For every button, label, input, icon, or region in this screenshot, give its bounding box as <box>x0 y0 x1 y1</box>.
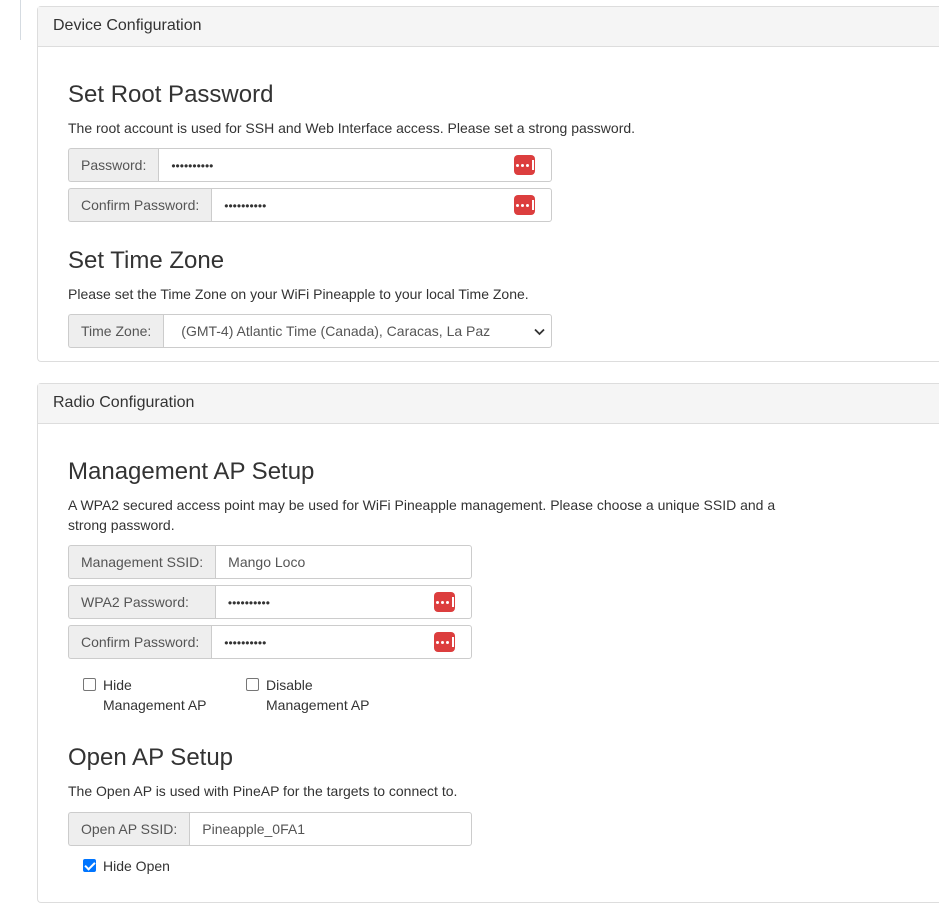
wpa2-confirm-password-group: Confirm Password: •••••••••• <box>68 625 472 659</box>
management-ap-desc-line-1: A WPA2 secured access point may be used … <box>68 497 776 513</box>
time-zone-label: Time Zone: <box>68 314 164 348</box>
wpa2-password-label: WPA2 Password: <box>68 585 215 619</box>
radio-config-panel: Radio Configuration Management AP Setup … <box>37 383 939 903</box>
password-label: Password: <box>68 148 159 182</box>
management-ssid-input[interactable]: Mango Loco <box>215 545 472 579</box>
disable-management-ap-box[interactable] <box>246 678 259 691</box>
disable-management-ap-label-line-2: Management AP <box>266 697 370 713</box>
hide-open-ap-box[interactable] <box>83 859 96 872</box>
management-ap-title: Management AP Setup <box>68 458 315 485</box>
open-ap-ssid-label: Open AP SSID: <box>68 812 190 846</box>
password-manager-icon[interactable] <box>434 592 455 612</box>
password-manager-icon[interactable] <box>434 632 455 652</box>
time-zone-desc: Please set the Time Zone on your WiFi Pi… <box>68 286 529 302</box>
management-ssid-group: Management SSID: Mango Loco <box>68 545 472 579</box>
hide-management-ap-label: Hide Management AP <box>103 675 207 715</box>
open-ap-title: Open AP Setup <box>68 744 234 771</box>
wpa2-confirm-password-label: Confirm Password: <box>68 625 212 659</box>
hide-management-ap-label-line-1: Hide <box>103 677 132 693</box>
hide-management-ap-checkbox[interactable]: Hide Management AP <box>83 675 207 715</box>
hide-open-ap-checkbox[interactable]: Hide Open <box>83 856 170 876</box>
password-group: Password: •••••••••• <box>68 148 552 182</box>
password-input[interactable]: •••••••••• <box>158 148 552 182</box>
open-ap-ssid-input[interactable]: Pineapple_0FA1 <box>189 812 472 846</box>
wpa2-confirm-password-value: •••••••••• <box>224 636 267 650</box>
management-ssid-label: Management SSID: <box>68 545 216 579</box>
disable-management-ap-label: Disable Management AP <box>266 675 370 715</box>
chevron-down-icon <box>534 315 545 347</box>
wpa2-password-value: •••••••••• <box>227 596 270 610</box>
management-ap-desc-line-2: strong password. <box>68 517 175 533</box>
radio-config-heading: Radio Configuration <box>38 384 939 424</box>
wpa2-confirm-password-input[interactable]: •••••••••• <box>211 625 472 659</box>
time-zone-group: Time Zone: (GMT-4) Atlantic Time (Canada… <box>68 314 552 348</box>
root-password-title: Set Root Password <box>68 81 274 108</box>
wpa2-password-input[interactable]: •••••••••• <box>214 585 472 619</box>
disable-management-ap-label-line-1: Disable <box>266 677 313 693</box>
open-ap-ssid-value: Pineapple_0FA1 <box>202 821 306 837</box>
disable-management-ap-checkbox[interactable]: Disable Management AP <box>246 675 370 715</box>
confirm-password-value: •••••••••• <box>224 199 267 213</box>
wpa2-password-group: WPA2 Password: •••••••••• <box>68 585 472 619</box>
confirm-password-label: Confirm Password: <box>68 188 212 222</box>
time-zone-title: Set Time Zone <box>68 247 225 274</box>
open-ap-desc: The Open AP is used with PineAP for the … <box>68 783 458 799</box>
confirm-password-group: Confirm Password: •••••••••• <box>68 188 552 222</box>
password-manager-icon[interactable] <box>514 195 535 215</box>
password-value: •••••••••• <box>171 159 214 173</box>
hide-management-ap-box[interactable] <box>83 678 96 691</box>
open-ap-ssid-group: Open AP SSID: Pineapple_0FA1 <box>68 812 472 846</box>
password-manager-icon[interactable] <box>514 155 535 175</box>
hide-open-ap-label: Hide Open <box>103 858 170 874</box>
time-zone-select[interactable]: (GMT-4) Atlantic Time (Canada), Caracas,… <box>163 314 552 348</box>
management-ssid-value: Mango Loco <box>228 554 306 570</box>
device-config-panel: Device Configuration Set Root Password T… <box>37 6 939 362</box>
root-password-desc: The root account is used for SSH and Web… <box>68 120 636 136</box>
hide-management-ap-label-line-2: Management AP <box>103 697 207 713</box>
time-zone-value: (GMT-4) Atlantic Time (Canada), Caracas,… <box>181 323 491 339</box>
confirm-password-input[interactable]: •••••••••• <box>211 188 552 222</box>
page-edge-rule <box>20 0 21 40</box>
device-config-heading: Device Configuration <box>38 7 939 47</box>
